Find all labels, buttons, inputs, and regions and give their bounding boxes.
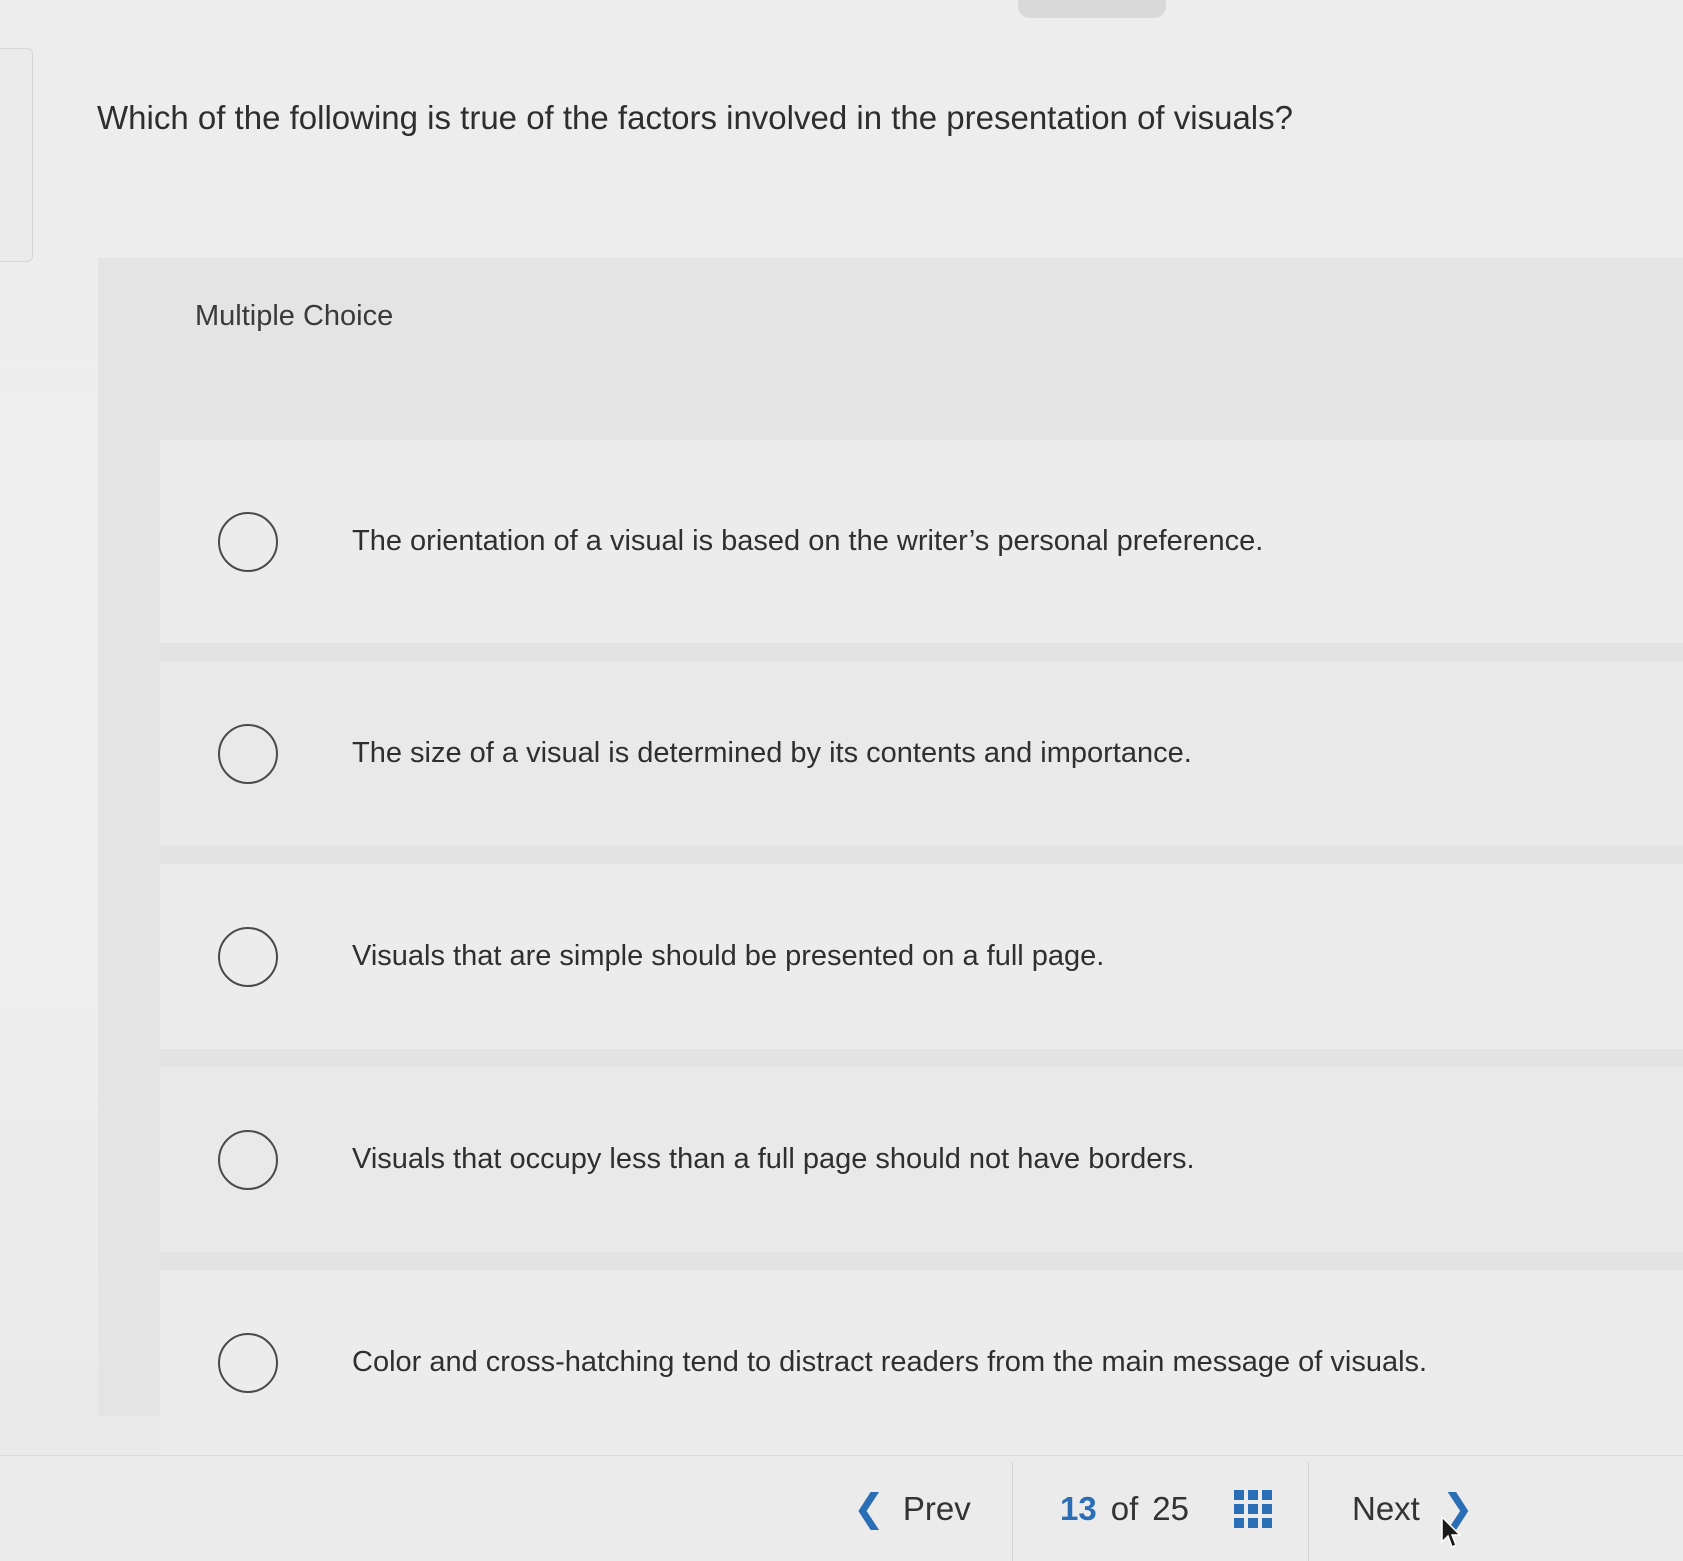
divider (1012, 1462, 1013, 1561)
option-text: Visuals that occupy less than a full pag… (352, 1143, 1195, 1175)
option-3[interactable]: Visuals that are simple should be presen… (160, 846, 1683, 1049)
options-list: The orientation of a visual is based on … (160, 440, 1683, 1455)
quiz-page: Which of the following is true of the fa… (0, 0, 1683, 1561)
chevron-left-icon: ❮ (853, 1488, 885, 1530)
prev-button[interactable]: ❮ Prev (853, 1490, 971, 1528)
divider (1308, 1462, 1309, 1561)
of-label: of (1110, 1490, 1139, 1527)
option-text: Color and cross-hatching tend to distrac… (352, 1346, 1428, 1378)
option-text: Visuals that are simple should be presen… (352, 940, 1105, 972)
question-counter: 13 of 25 (1060, 1490, 1189, 1528)
current-question-number: 13 (1060, 1490, 1097, 1527)
option-5[interactable]: Color and cross-hatching tend to distrac… (160, 1252, 1683, 1455)
next-label: Next (1352, 1490, 1420, 1527)
top-tab[interactable] (1018, 0, 1166, 18)
radio-button[interactable] (218, 723, 278, 784)
question-text: Which of the following is true of the fa… (97, 99, 1293, 136)
radio-button[interactable] (218, 1332, 278, 1393)
radio-button[interactable] (218, 926, 278, 987)
option-text: The orientation of a visual is based on … (352, 525, 1264, 557)
left-panel-edge (0, 48, 33, 262)
total-questions: 25 (1152, 1490, 1189, 1527)
option-1[interactable]: The orientation of a visual is based on … (160, 440, 1683, 643)
option-2[interactable]: The size of a visual is determined by it… (160, 643, 1683, 846)
prev-label: Prev (902, 1490, 971, 1527)
radio-button[interactable] (218, 1129, 278, 1190)
question-type-label: Multiple Choice (195, 300, 394, 332)
radio-button[interactable] (218, 511, 278, 572)
option-4[interactable]: Visuals that occupy less than a full pag… (160, 1049, 1683, 1252)
question-grid-icon[interactable] (1234, 1490, 1274, 1530)
mouse-cursor-icon (1441, 1516, 1462, 1549)
option-text: The size of a visual is determined by it… (352, 737, 1192, 769)
